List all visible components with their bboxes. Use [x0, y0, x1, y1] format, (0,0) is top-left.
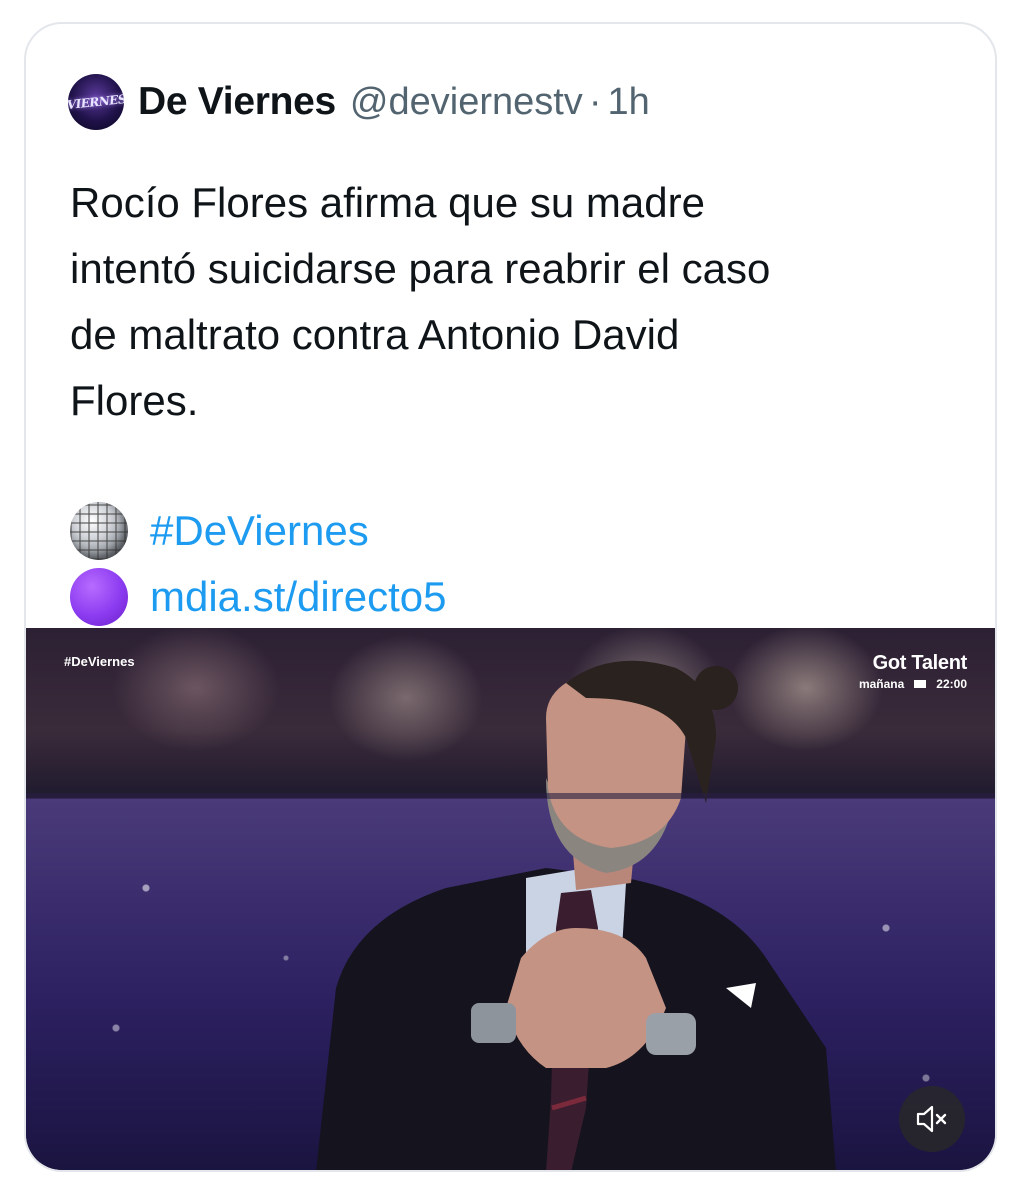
- avatar-logo-text: ¡VIERNES!: [68, 91, 124, 113]
- video-player[interactable]: #DeViernes Got Talent mañana 22:00: [26, 628, 995, 1170]
- separator-dot: ·: [588, 80, 602, 123]
- author-handle[interactable]: @deviernestv: [350, 81, 583, 124]
- avatar[interactable]: ¡VIERNES!: [68, 74, 124, 130]
- tweet-card[interactable]: ¡VIERNES! De Viernes @deviernestv · 1h R…: [24, 22, 997, 1172]
- promo-schedule: mañana 22:00: [859, 677, 967, 691]
- video-overlay-hashtag: #DeViernes: [64, 654, 135, 669]
- promo-time: 22:00: [936, 677, 967, 691]
- promo-separator-box: [914, 680, 927, 688]
- mute-button[interactable]: [899, 1086, 965, 1152]
- author-name[interactable]: De Viernes: [138, 80, 336, 124]
- url-line: mdia.st/directo5: [70, 566, 446, 628]
- promo-overlay: Got Talent mañana 22:00: [859, 652, 967, 691]
- hashtag-link[interactable]: #DeViernes: [150, 507, 369, 555]
- promo-day: mañana: [858, 677, 905, 691]
- speaker-muted-icon: [916, 1105, 947, 1133]
- purple-circle-icon: [70, 568, 128, 626]
- guest-figure: [26, 660, 995, 1170]
- tweet-text: Rocío Flores afirma que su madre intentó…: [70, 179, 771, 424]
- tweet-header: ¡VIERNES! De Viernes @deviernestv · 1h: [68, 74, 650, 130]
- disco-ball-icon: [70, 502, 128, 560]
- timestamp[interactable]: 1h: [607, 81, 649, 124]
- url-link[interactable]: mdia.st/directo5: [150, 573, 446, 621]
- hashtag-line: #DeViernes: [70, 500, 369, 562]
- promo-title: Got Talent: [872, 652, 968, 674]
